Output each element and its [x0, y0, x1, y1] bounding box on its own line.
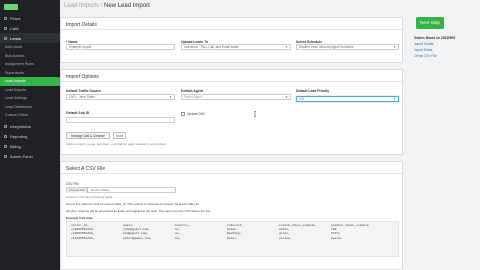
import-details-card: Import Details * Name Example Import Upl…	[60, 17, 403, 63]
stepper-icon[interactable]: ⇕	[393, 97, 396, 103]
leads-to-select[interactable]: Individual - TBD, Call, and Email leads ▼	[181, 44, 291, 50]
sidebar-item-label: Flows	[10, 15, 21, 21]
agent-label: Default Agent	[181, 89, 203, 93]
csv-cell: peter@gmail.com,	[123, 236, 152, 240]
breadcrumb: Lead Imports / New Lead Import	[64, 3, 150, 9]
priority-input[interactable]: 101 ⇕	[296, 96, 399, 102]
sidebar-sub-assignment-rules[interactable]: Assignment Rules	[0, 60, 60, 69]
chevron-down-icon: ▼	[169, 95, 172, 99]
billing-icon	[4, 145, 7, 148]
traffic-source-value: 2001 - Jane Smith	[69, 95, 95, 99]
phone-icon	[4, 26, 7, 30]
csv-cell: yellow,	[279, 236, 292, 240]
chart-icon	[4, 135, 7, 138]
guides-heading: Guides Based on 20230509	[414, 36, 456, 40]
chevron-down-icon: ▼	[393, 45, 396, 49]
csv-cell: Solar,	[227, 236, 238, 240]
mouse-cursor-icon	[254, 111, 256, 117]
priority-label: Default Lead Priority	[296, 89, 330, 93]
sidebar-item-label: Integrations	[10, 124, 31, 129]
next-step-button[interactable]: Next Step	[416, 17, 444, 29]
choose-file-button[interactable]: Choose File	[67, 188, 89, 193]
update-dnc-checkbox[interactable]	[181, 112, 185, 116]
update-dnc-label: Update DNC	[187, 112, 206, 116]
csv-card: Select A CSV File CSV File Choose File N…	[60, 161, 403, 270]
sidebar-sub-bulk-actions[interactable]: Bulk Actions	[0, 52, 60, 61]
traffic-source-select[interactable]: 2001 - Jane Smith ▼	[66, 94, 175, 100]
no-file-text: No file chosen	[90, 188, 110, 192]
card-title: Select A CSV File	[61, 162, 402, 174]
file-input[interactable]: Choose File No file chosen	[66, 187, 176, 193]
sidebar-item-billing[interactable]: Billing	[0, 142, 60, 152]
flows-icon	[4, 16, 7, 20]
sidebar-item-reporting[interactable]: Reporting	[0, 132, 60, 142]
subid-input[interactable]	[66, 117, 175, 123]
sidebar: Flows Calls Leads Add Leads Bulk Actions…	[0, 0, 60, 270]
sidebar-sub-supervisors[interactable]: Supervisors	[0, 69, 60, 78]
csv-file-label: CSV File	[66, 182, 79, 186]
csv-cell: twelve	[331, 236, 342, 240]
leads-icon	[4, 36, 7, 40]
import-notes-link[interactable]: Import Notes	[414, 48, 432, 52]
check-csv-link[interactable]: Check CSV File	[414, 54, 437, 58]
import-options-card: Import Options Default Traffic Source 20…	[60, 69, 403, 155]
options-hint: Click to import, merge, and clean your d…	[66, 142, 166, 146]
plug-icon	[4, 125, 7, 128]
app-logo[interactable]	[0, 0, 60, 13]
csv-cell: ca,	[175, 236, 181, 240]
logo-mark	[4, 3, 18, 10]
sidebar-item-label: Billing	[10, 144, 21, 149]
csv-instruction-2: All other columns will be processed as f…	[66, 209, 212, 213]
sidebar-sub-lead-distribution[interactable]: Lead Distribution	[0, 103, 60, 112]
sidebar-sub-add-leads[interactable]: Add Leads	[0, 43, 60, 52]
breadcrumb-parent[interactable]: Lead Imports	[64, 3, 99, 9]
example-label: Example CSV data:	[66, 216, 94, 220]
csv-example-block: caller_id, email, country, interest, custom_…	[66, 221, 399, 257]
name-input[interactable]: Example Import	[66, 44, 175, 50]
schedule-select[interactable]: Student Lead Inbound Agent Schedule ▼	[296, 44, 399, 50]
priority-value: 101	[299, 97, 305, 101]
traffic-source-label: Default Traffic Source	[66, 89, 102, 93]
csv-cell: +14155551234,	[71, 236, 95, 240]
sidebar-item-calls[interactable]: Calls	[0, 23, 60, 33]
sidebar-sub-custom-fields[interactable]: Custom Fields	[0, 111, 60, 120]
card-title: Import Options	[61, 70, 402, 82]
sidebar-item-flows[interactable]: Flows	[0, 13, 60, 23]
card-title: Import Details	[61, 18, 402, 30]
upload-hint: Upload a CSV file containing leads.	[66, 195, 114, 199]
schedule-value: Student Lead Inbound Agent Schedule	[299, 45, 354, 49]
breadcrumb-separator: /	[100, 3, 103, 9]
sidebar-item-integrations[interactable]: Integrations	[0, 122, 60, 132]
sidebar-item-label: Admin Panel	[10, 154, 33, 159]
admin-icon	[4, 155, 7, 158]
sidebar-item-label: Reporting	[10, 134, 28, 139]
sidebar-sub-lead-settings[interactable]: Lead Settings	[0, 94, 60, 103]
chevron-down-icon: ▼	[285, 45, 288, 49]
agent-value: Select Agent	[184, 95, 202, 99]
sidebar-item-label: Calls	[10, 25, 19, 31]
csv-instruction-1: One of the columns must be named caller_…	[66, 202, 200, 206]
sidebar-sub-lead-exports[interactable]: Lead Exports	[0, 86, 60, 95]
import-guides-link[interactable]: Import Guides	[414, 42, 434, 46]
chevron-down-icon: ▼	[285, 95, 288, 99]
agent-select[interactable]: Select Agent ▼	[181, 94, 291, 100]
sidebar-item-leads[interactable]: Leads	[0, 33, 60, 43]
manage-dial-cleanse-button[interactable]: Manage Dial & Cleanse	[66, 132, 110, 139]
sidebar-item-admin-panel[interactable]: Admin Panel	[0, 152, 60, 162]
sidebar-sub-lead-imports[interactable]: Lead Imports	[0, 77, 60, 86]
sidebar-item-label: Leads	[10, 35, 21, 41]
page-title: New Lead Import	[104, 3, 150, 9]
none-button[interactable]: None	[113, 132, 126, 139]
leads-to-value: Individual - TBD, Call, and Email leads	[184, 45, 239, 49]
csv-row: +14155551234, peter@gmail.com, ca, Solar, ye…	[71, 237, 394, 241]
subid-label: Default Sub ID	[66, 111, 90, 115]
